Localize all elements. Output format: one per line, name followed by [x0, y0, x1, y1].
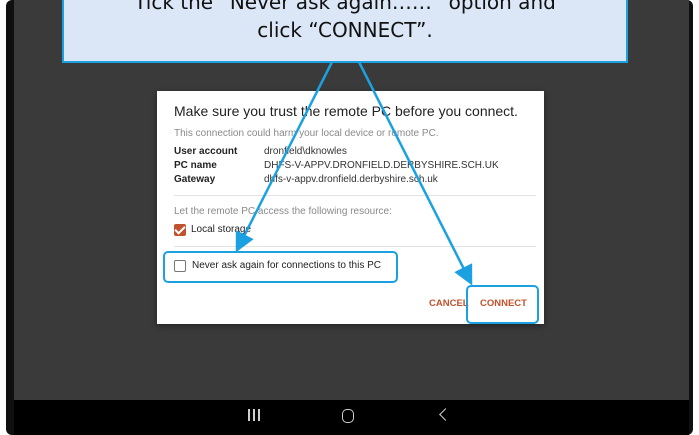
callout-text-line2: click “CONNECT”.: [257, 18, 433, 42]
never-ask-highlight: [163, 251, 398, 283]
detail-row-pc-name: PC name DHFS-V-APPV.DRONFIELD.DERBYSHIRE.…: [174, 160, 499, 171]
detail-row-user-account: User account dronfield\dknowles: [174, 146, 347, 157]
instruction-callout: Tick the “Never ask again……” option and …: [62, 0, 628, 63]
local-storage-label: Local storage: [191, 224, 252, 235]
detail-value: dronfield\dknowles: [264, 146, 347, 157]
local-storage-checkbox[interactable]: [174, 224, 186, 236]
recents-icon[interactable]: [248, 409, 260, 423]
resource-prompt: Let the remote PC access the following r…: [174, 206, 392, 217]
detail-label: PC name: [174, 160, 217, 171]
dialog-warning: This connection could harm your local de…: [174, 128, 439, 139]
detail-row-gateway: Gateway dhfs-v-appv.dronfield.derbyshire.…: [174, 174, 438, 185]
detail-value: dhfs-v-appv.dronfield.derbyshire.sch.uk: [264, 174, 438, 185]
connect-highlight: [466, 285, 539, 324]
divider: [174, 246, 536, 247]
detail-label: Gateway: [174, 174, 216, 185]
detail-label: User account: [174, 146, 238, 157]
divider: [174, 195, 536, 196]
home-icon[interactable]: [342, 409, 354, 423]
detail-value: DHFS-V-APPV.DRONFIELD.DERBYSHIRE.SCH.UK: [264, 160, 499, 171]
dialog-title: Make sure you trust the remote PC before…: [174, 103, 518, 119]
callout-text-line1: Tick the “Never ask again……” option and: [134, 0, 556, 14]
cancel-button[interactable]: CANCEL: [429, 298, 469, 309]
